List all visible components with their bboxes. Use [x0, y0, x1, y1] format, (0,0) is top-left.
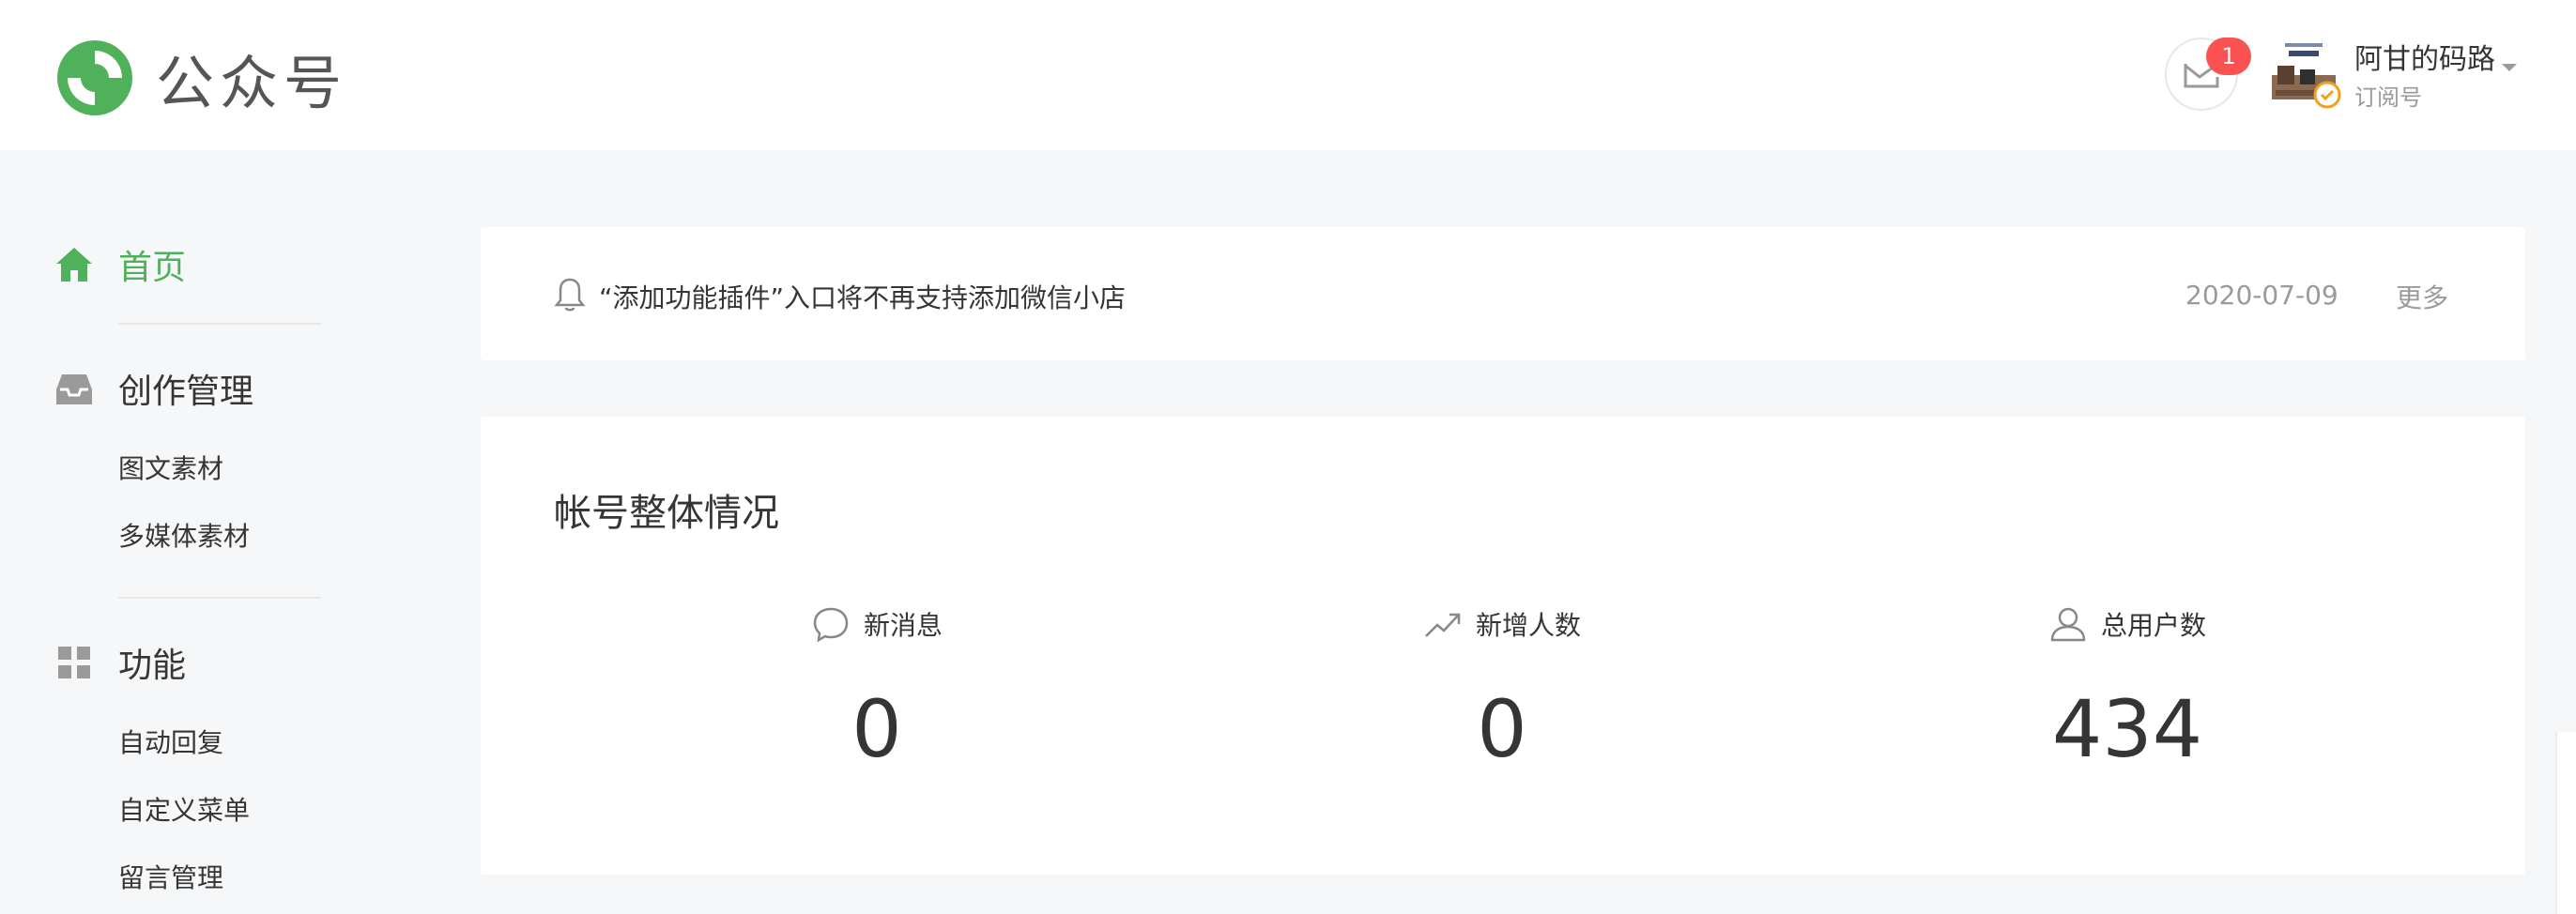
stat-value: 0	[851, 683, 902, 775]
unread-badge: 1	[2206, 38, 2251, 75]
inbox-icon	[56, 374, 92, 404]
stat-value: 0	[1477, 683, 1527, 775]
stat-label-text: 新消息	[863, 610, 943, 641]
logo[interactable]: 公众号	[54, 36, 347, 120]
account-overview-card: 帐号整体情况 新消息 0 新增人数 0 总用户数 434	[481, 417, 2525, 875]
sidebar: 首页 创作管理 图文素材 多媒体素材 功能 自动回复 自定义菜单 留言管理	[0, 150, 413, 914]
stat-label: 新消息	[642, 604, 1112, 644]
sidebar-divider	[118, 323, 321, 325]
stat-label-text: 总用户数	[2100, 610, 2206, 641]
bell-icon	[554, 278, 586, 312]
sidebar-group-label: 创作管理	[118, 373, 254, 411]
sidebar-item-auto-reply[interactable]: 自动回复	[118, 723, 223, 760]
stat-label: 总用户数	[1893, 604, 2362, 644]
stat-total-users[interactable]: 总用户数 434	[1893, 604, 2362, 775]
grid-icon	[58, 647, 90, 678]
stat-value: 434	[2051, 683, 2203, 775]
sidebar-group-creation[interactable]: 创作管理	[54, 364, 253, 413]
stat-label-text: 新增人数	[1475, 610, 1581, 641]
right-edge-panel	[2555, 732, 2576, 914]
sidebar-group-label: 功能	[118, 647, 187, 685]
logo-text: 公众号	[156, 49, 348, 117]
message-icon	[813, 607, 849, 643]
sidebar-item-comment-management[interactable]: 留言管理	[118, 858, 223, 895]
sidebar-item-home[interactable]: 首页	[54, 240, 186, 289]
sidebar-group-features[interactable]: 功能	[54, 638, 186, 687]
notice-card: “添加功能插件”入口将不再支持添加微信小店 2020-07-09 更多	[481, 227, 2525, 360]
top-header: 公众号 1 阿甘的码路 订阅号	[0, 0, 2576, 150]
sidebar-item-multimedia-material[interactable]: 多媒体素材	[118, 516, 250, 554]
notice-date: 2020-07-09	[2185, 280, 2338, 311]
stat-label: 新增人数	[1267, 604, 1737, 644]
user-icon	[2050, 607, 2086, 642]
trend-up-icon	[1425, 613, 1461, 637]
section-title: 帐号整体情况	[554, 492, 779, 535]
stat-new-messages[interactable]: 新消息 0	[642, 604, 1112, 775]
notice-link[interactable]: “添加功能插件”入口将不再支持添加微信小店	[599, 278, 1126, 315]
sidebar-divider	[118, 597, 321, 599]
wechat-logo-icon	[57, 40, 132, 115]
chevron-down-icon[interactable]	[2501, 62, 2518, 73]
home-icon	[56, 248, 92, 282]
verified-icon	[2313, 81, 2341, 109]
sidebar-item-label: 首页	[118, 249, 187, 287]
more-link[interactable]: 更多	[2396, 278, 2448, 315]
account-name[interactable]: 阿甘的码路	[2354, 36, 2495, 77]
sidebar-item-custom-menu[interactable]: 自定义菜单	[118, 790, 250, 828]
sidebar-item-news-material[interactable]: 图文素材	[118, 449, 223, 486]
stat-new-followers[interactable]: 新增人数 0	[1267, 604, 1737, 775]
account-type: 订阅号	[2354, 84, 2422, 111]
